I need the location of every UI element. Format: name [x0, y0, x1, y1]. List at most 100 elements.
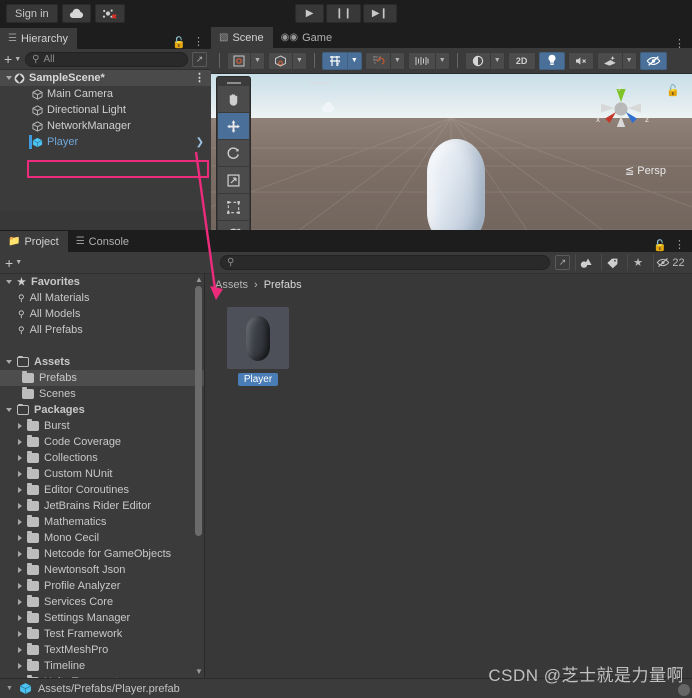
step-button[interactable]: ▶❙ — [363, 4, 397, 23]
prefab-capsule-thumb[interactable] — [227, 307, 289, 369]
lock-icon[interactable]: 🔓 — [653, 239, 667, 252]
grid-size-button[interactable]: ▼ — [408, 52, 450, 70]
project-tree-scrollbar[interactable]: ▲ ▼ — [195, 276, 202, 676]
palette-drag-handle[interactable] — [227, 82, 241, 84]
chevron-right-icon[interactable] — [18, 663, 22, 669]
favorite-star-icon[interactable]: ★ — [627, 254, 648, 271]
tree-item-mathematics[interactable]: Mathematics — [0, 514, 204, 530]
scrollbar-thumb[interactable] — [195, 286, 202, 536]
status-expand-icon[interactable]: ▼ — [6, 685, 13, 692]
hierarchy-search-mode-button[interactable]: ↗ — [192, 52, 207, 67]
window-resize-grip[interactable] — [678, 684, 690, 696]
hand-tool-button[interactable] — [218, 86, 249, 113]
asset-item-player[interactable]: Player — [227, 307, 289, 386]
shading-mode-button[interactable]: ▼ — [465, 52, 505, 70]
chevron-right-icon[interactable] — [18, 535, 22, 541]
chevron-right-icon[interactable] — [18, 647, 22, 653]
hidden-count-indicator[interactable]: 22 — [653, 254, 687, 271]
tree-item-mono-cecil[interactable]: Mono Cecil — [0, 530, 204, 546]
handle-space-button[interactable]: ▼ — [268, 52, 307, 70]
2d-toggle-button[interactable]: 2D — [508, 52, 536, 70]
tree-item-code-coverage[interactable]: Code Coverage — [0, 434, 204, 450]
lock-icon[interactable]: 🔓 — [172, 36, 186, 49]
account-error-icon[interactable] — [95, 4, 125, 23]
grid-visibility-button[interactable]: Y ▼ — [322, 52, 362, 70]
kebab-menu-icon[interactable]: ⋮ — [674, 242, 685, 249]
chevron-right-icon[interactable] — [18, 519, 22, 525]
snap-increment-button[interactable]: ▼ — [365, 52, 405, 70]
chevron-right-icon[interactable] — [18, 583, 22, 589]
kebab-menu-icon[interactable]: ⋮ — [193, 39, 204, 46]
move-tool-button[interactable] — [218, 113, 249, 140]
rect-tool-button[interactable] — [218, 194, 249, 221]
hidden-objects-button[interactable] — [640, 52, 667, 70]
chevron-right-icon[interactable] — [18, 551, 22, 557]
tree-item-prefabs[interactable]: Prefabs — [0, 370, 204, 386]
hierarchy-item-main-camera[interactable]: Main Camera — [0, 86, 211, 102]
pause-button[interactable]: ❙❙ — [326, 4, 361, 23]
tree-item-assets[interactable]: Assets — [0, 354, 204, 370]
tree-item-test-framework[interactable]: Test Framework — [0, 626, 204, 642]
chevron-down-icon[interactable] — [6, 280, 12, 284]
scene-audio-button[interactable] — [568, 52, 594, 70]
grid-dropdown-icon[interactable]: ▼ — [347, 52, 362, 70]
tab-console[interactable]: ☰ Console — [68, 231, 138, 252]
tree-item-burst[interactable]: Burst — [0, 418, 204, 434]
effects-dropdown-icon[interactable]: ▼ — [622, 52, 637, 70]
tree-item-settings-manager[interactable]: Settings Manager — [0, 610, 204, 626]
scene-orientation-gizmo[interactable]: x z y — [586, 78, 656, 140]
project-search-mode-button[interactable]: ↗ — [555, 255, 570, 270]
chevron-right-icon[interactable] — [18, 599, 22, 605]
scroll-down-arrow-icon[interactable]: ▼ — [195, 667, 203, 676]
project-search-input[interactable]: ⚲ — [220, 255, 550, 270]
chevron-right-icon[interactable] — [18, 439, 22, 445]
breadcrumb-current[interactable]: Prefabs — [264, 279, 302, 291]
scene-lighting-button[interactable] — [539, 52, 565, 70]
tree-item-collections[interactable]: Collections — [0, 450, 204, 466]
chevron-right-icon[interactable] — [18, 471, 22, 477]
chevron-right-icon[interactable] — [18, 487, 22, 493]
tab-hierarchy[interactable]: ☰ Hierarchy — [0, 28, 77, 49]
handle-space-dropdown-icon[interactable]: ▼ — [292, 52, 307, 70]
tab-project[interactable]: 📁 Project — [0, 231, 68, 252]
tab-game[interactable]: ◉◉ Game — [273, 27, 341, 48]
chevron-down-icon[interactable] — [6, 76, 12, 80]
global-local-icon[interactable] — [268, 52, 292, 70]
scene-effects-button[interactable]: ▼ — [597, 52, 637, 70]
tree-item-timeline[interactable]: Timeline — [0, 658, 204, 674]
chevron-right-icon[interactable] — [18, 423, 22, 429]
tab-scene[interactable]: ▧ Scene — [211, 27, 273, 48]
hierarchy-item-networkmanager[interactable]: NetworkManager — [0, 118, 211, 134]
chevron-down-icon[interactable] — [6, 360, 12, 364]
chevron-right-icon[interactable] — [18, 631, 22, 637]
create-object-button[interactable]: + ▼ — [4, 51, 21, 67]
hierarchy-scene-row[interactable]: SampleScene* ⋮ — [0, 70, 211, 86]
play-button[interactable]: ▶ — [295, 4, 324, 23]
projection-label[interactable]: ≦Persp — [625, 164, 666, 177]
tree-item-favorites[interactable]: ★ Favorites — [0, 274, 204, 290]
filter-type-icon[interactable] — [575, 254, 596, 271]
scale-tool-button[interactable] — [218, 167, 249, 194]
tree-item-scenes[interactable]: Scenes — [0, 386, 204, 402]
kebab-menu-icon[interactable]: ⋮ — [674, 41, 685, 48]
tree-item-all-models[interactable]: ⚲ All Models — [0, 306, 204, 322]
hierarchy-item-player[interactable]: Player ❯ — [0, 134, 211, 150]
breadcrumb-root[interactable]: Assets — [215, 279, 248, 291]
gizmo-lock-icon[interactable]: 🔓 — [666, 84, 680, 97]
chevron-right-icon[interactable] — [18, 455, 22, 461]
chevron-right-icon[interactable] — [18, 567, 22, 573]
scene-overlay-handle[interactable] — [309, 82, 331, 84]
chevron-right-icon[interactable] — [18, 615, 22, 621]
tree-item-textmeshpro[interactable]: TextMeshPro — [0, 642, 204, 658]
pivot-mode-button[interactable]: ▼ — [227, 52, 265, 70]
create-asset-button[interactable]: + ▼ — [5, 255, 22, 271]
tree-item-editor-coroutines[interactable]: Editor Coroutines — [0, 482, 204, 498]
shading-icon[interactable] — [465, 52, 490, 70]
pivot-dropdown-icon[interactable]: ▼ — [250, 52, 265, 70]
hierarchy-item-directional-light[interactable]: Directional Light — [0, 102, 211, 118]
tree-item-custom-nunit[interactable]: Custom NUnit — [0, 466, 204, 482]
hierarchy-search-input[interactable]: ⚲ All — [25, 52, 188, 67]
grid-icon[interactable]: Y — [322, 52, 347, 70]
chevron-down-icon[interactable] — [6, 408, 12, 412]
label-tag-icon[interactable] — [601, 254, 622, 271]
